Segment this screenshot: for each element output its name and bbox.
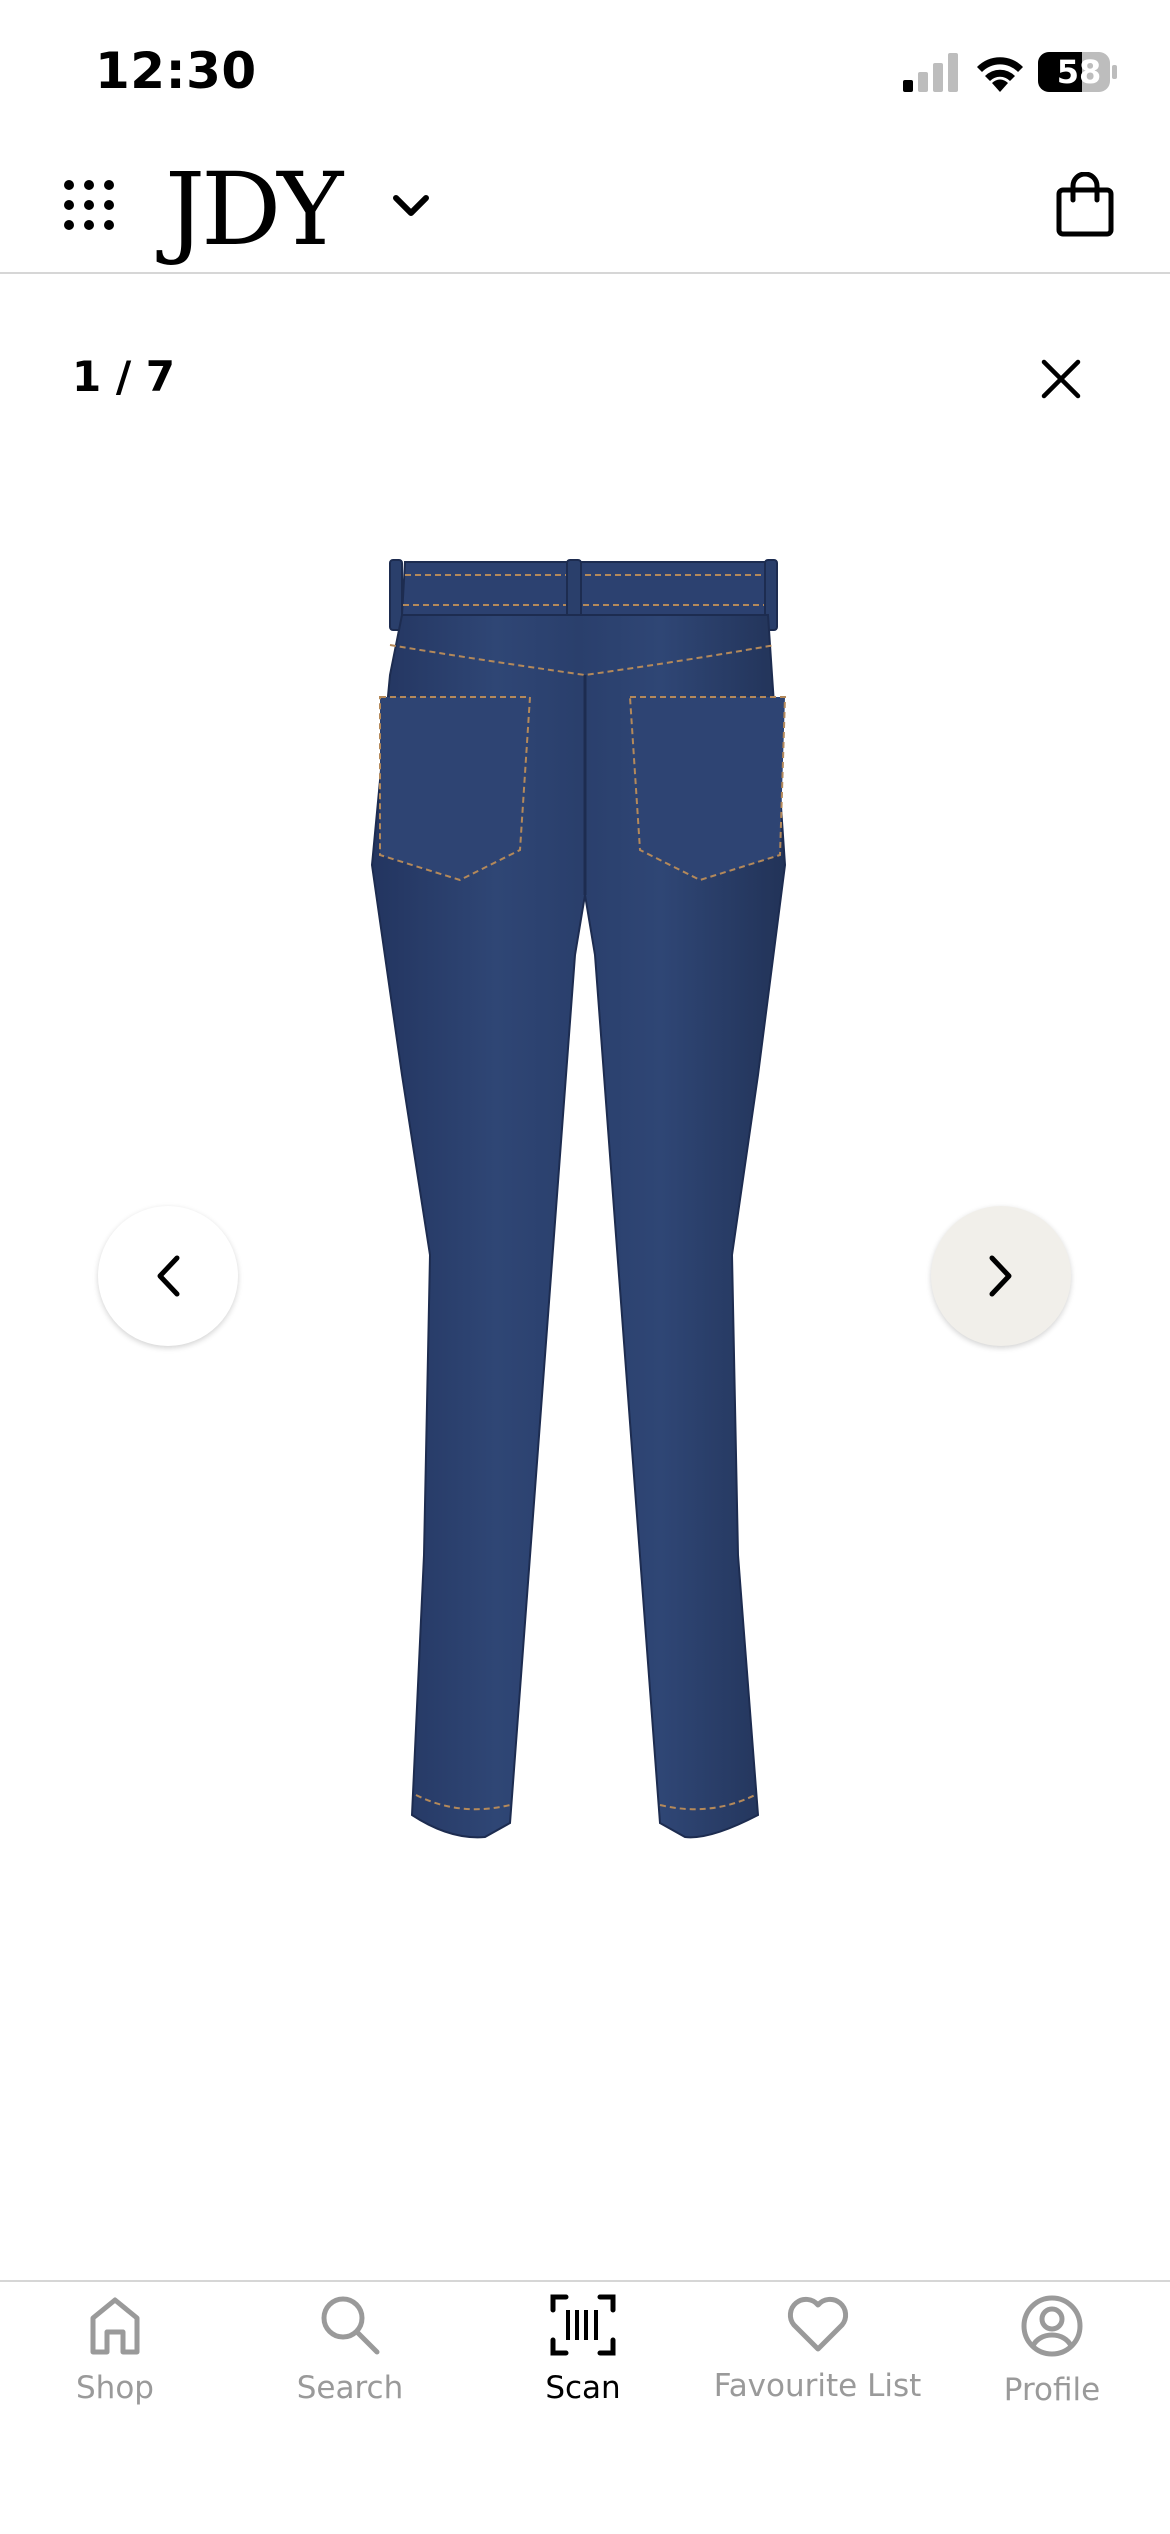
- previous-image-button[interactable]: [98, 1206, 238, 1346]
- status-bar: 12:30 58: [0, 0, 1170, 140]
- search-icon: [321, 2296, 380, 2355]
- heart-icon: [787, 2296, 848, 2352]
- user-circle-icon: [1021, 2295, 1083, 2357]
- tab-search[interactable]: Search: [275, 2294, 425, 2444]
- image-counter: 1 / 7: [72, 352, 176, 401]
- tab-profile[interactable]: Profile: [977, 2294, 1127, 2444]
- tab-label: Scan: [545, 2370, 621, 2406]
- home-icon: [90, 2297, 140, 2355]
- wifi-icon: [977, 57, 1023, 92]
- tab-favourite-list[interactable]: Favourite List: [690, 2294, 945, 2444]
- chevron-right-icon: [989, 1255, 1012, 1297]
- chevron-left-icon: [157, 1255, 180, 1297]
- shopping-bag-icon[interactable]: [1055, 172, 1115, 238]
- grid-menu-icon[interactable]: [64, 180, 114, 230]
- close-icon[interactable]: [1040, 358, 1082, 400]
- barcode-scan-icon: [550, 2294, 616, 2356]
- cellular-signal-icon: [903, 53, 958, 92]
- battery-level: 58: [1056, 53, 1102, 91]
- tab-label: Favourite List: [713, 2368, 922, 2404]
- status-time: 12:30: [95, 42, 257, 100]
- tab-label: Profile: [1003, 2372, 1101, 2408]
- tab-scan[interactable]: Scan: [508, 2294, 658, 2444]
- next-image-button[interactable]: [931, 1206, 1071, 1346]
- tab-label: Shop: [76, 2370, 154, 2406]
- brand-logo[interactable]: JDY: [165, 150, 343, 270]
- tab-label: Search: [296, 2370, 404, 2406]
- tab-shop[interactable]: Shop: [40, 2294, 190, 2444]
- product-image: [370, 559, 787, 1839]
- chevron-down-icon[interactable]: [392, 193, 430, 219]
